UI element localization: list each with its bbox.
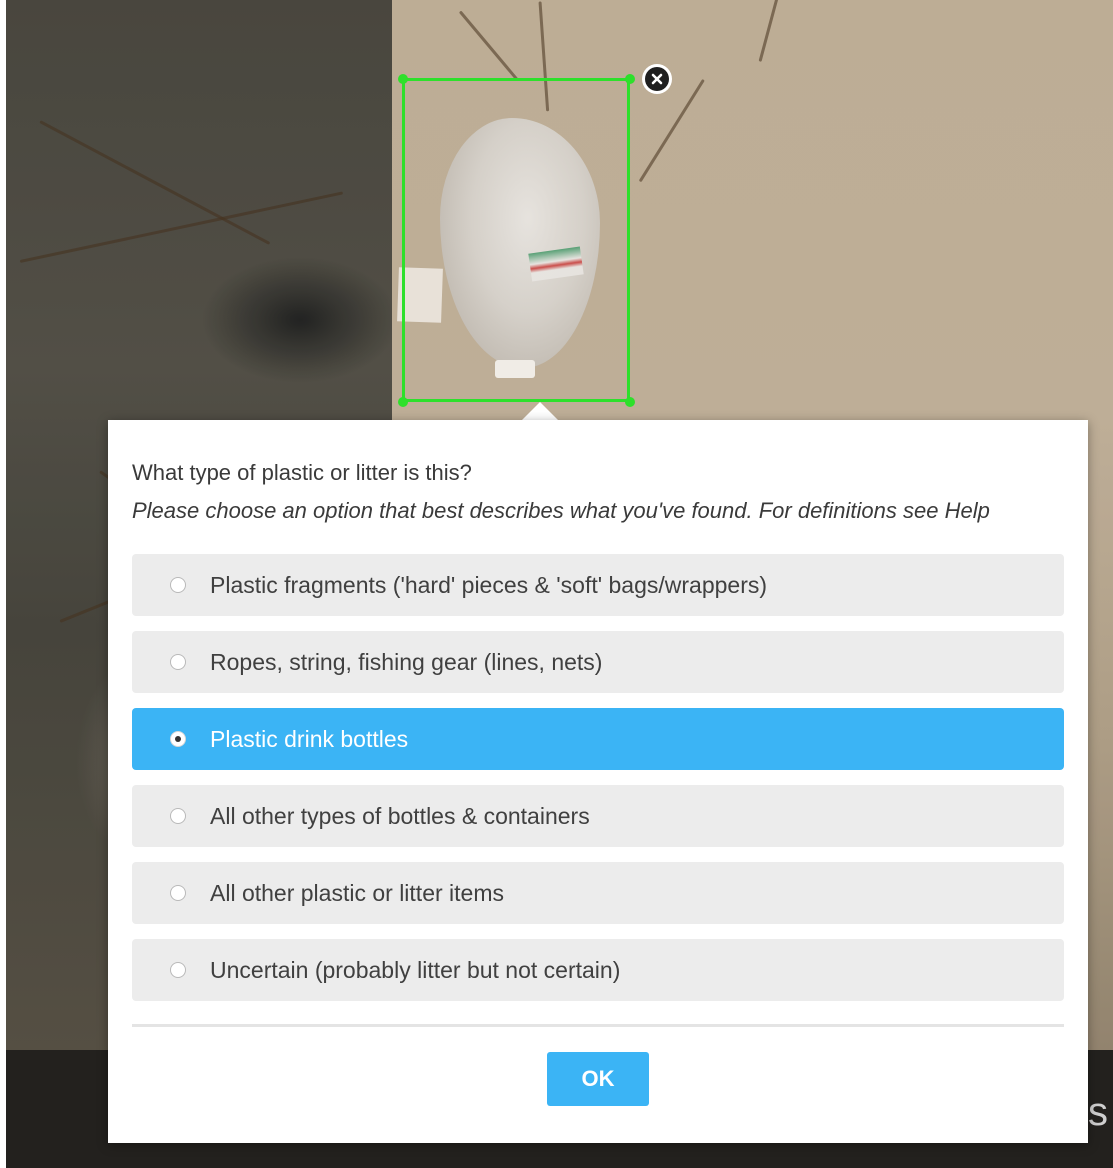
dialog-question: What type of plastic or litter is this? [132,460,472,485]
radio-button[interactable] [170,962,186,978]
option-other-bottles-containers[interactable]: All other types of bottles & containers [132,785,1064,847]
remove-selection-button[interactable] [642,64,672,94]
close-circle-icon [645,67,669,91]
divider [132,1024,1064,1027]
option-label: Plastic fragments ('hard' pieces & 'soft… [210,571,768,598]
radio-button-selected[interactable] [170,731,186,747]
resize-handle-top-left[interactable] [398,74,408,84]
annotation-canvas: s What type of plastic or litter is this… [0,0,1113,1168]
classification-dialog: What type of plastic or litter is this? … [108,420,1088,1143]
option-label: Uncertain (probably litter but not certa… [210,956,621,983]
dialog-hint: Please choose an option that best descri… [132,498,990,523]
option-label: All other types of bottles & containers [210,802,590,829]
option-other-litter-items[interactable]: All other plastic or litter items [132,862,1064,924]
corner-text: s [1088,1090,1108,1134]
ok-button[interactable]: OK [547,1052,649,1106]
radio-button[interactable] [170,654,186,670]
radio-button[interactable] [170,885,186,901]
radio-button[interactable] [170,577,186,593]
resize-handle-top-right[interactable] [625,74,635,84]
option-label: Ropes, string, fishing gear (lines, nets… [210,648,603,675]
resize-handle-bottom-right[interactable] [625,397,635,407]
option-plastic-drink-bottles[interactable]: Plastic drink bottles [132,708,1064,770]
option-uncertain[interactable]: Uncertain (probably litter but not certa… [132,939,1064,1001]
option-plastic-fragments[interactable]: Plastic fragments ('hard' pieces & 'soft… [132,554,1064,616]
option-ropes-string-fishing-gear[interactable]: Ropes, string, fishing gear (lines, nets… [132,631,1064,693]
dialog-pointer [522,402,558,420]
option-label: All other plastic or litter items [210,879,504,906]
selection-box[interactable] [402,78,630,402]
resize-handle-bottom-left[interactable] [398,397,408,407]
option-label: Plastic drink bottles [210,725,409,752]
radio-button[interactable] [170,808,186,824]
